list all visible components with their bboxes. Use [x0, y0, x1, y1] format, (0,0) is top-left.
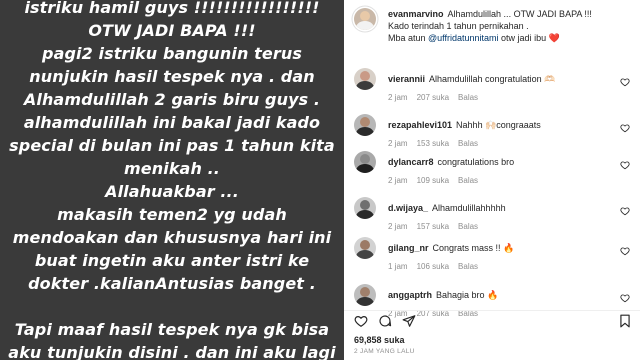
avatar[interactable]: [354, 114, 376, 136]
heart-icon[interactable]: [620, 206, 630, 216]
story-line: OTW JADI BAPA !!!: [88, 21, 256, 40]
comment-likes[interactable]: 153 suka: [417, 139, 449, 148]
avatar[interactable]: [354, 284, 376, 306]
comment-time: 1 jam: [388, 262, 408, 271]
comment-likes[interactable]: 157 suka: [417, 222, 449, 231]
comment-text: gilang_nr Congrats mass !! 🔥: [388, 242, 610, 254]
avatar[interactable]: [354, 237, 376, 259]
story-line: istriku hamil guys !!!!!!!!!!!!!!!!!: [24, 0, 320, 17]
story-line: makasih temen2 yg udah: [57, 205, 287, 224]
story-line: nunjukin hasil tespek nya . dan: [29, 67, 315, 86]
comment-item: vierannii Alhamdulillah congratulation 🫶🏻…: [354, 68, 634, 104]
comment-meta: 1 jam 106 suka Balas: [388, 262, 487, 271]
heart-icon[interactable]: [620, 123, 630, 133]
comment-username[interactable]: dylancarr8: [388, 157, 434, 167]
story-text: istriku hamil guys !!!!!!!!!!!!!!!!! OTW…: [0, 0, 344, 360]
likes-count[interactable]: 69,858 suka: [354, 335, 405, 345]
comment-time: 2 jam: [388, 93, 408, 102]
comment-body: Nahhh 🙌🏻congraaats: [456, 120, 541, 130]
story-line: aku tunjukin disini . dan ini aku lagi: [8, 343, 336, 360]
story-line: menikah ..: [124, 159, 220, 178]
comment-body: Alhamdulillah congratulation 🫶🏻: [429, 74, 556, 84]
comment-username[interactable]: gilang_nr: [388, 243, 429, 253]
caption-username[interactable]: evanmarvino: [388, 9, 444, 19]
comment-meta: 2 jam 207 suka Balas: [388, 93, 487, 102]
comment-meta: 2 jam 153 suka Balas: [388, 139, 487, 148]
comment-item: gilang_nr Congrats mass !! 🔥 1 jam 106 suk…: [354, 237, 634, 273]
story-line: Alhamdulillah 2 garis biru guys .: [23, 90, 321, 109]
avatar[interactable]: [354, 68, 376, 90]
story-line: dokter .kalianAntusias banget .: [28, 274, 316, 293]
comments-panel: evanmarvino Alhamdulillah ... OTW JADI BA…: [344, 0, 640, 360]
comment-icon[interactable]: [378, 314, 392, 328]
caption-mention[interactable]: @uffridatunnitami: [428, 33, 499, 43]
caption-text: evanmarvino Alhamdulillah ... OTW JADI BA…: [388, 8, 624, 44]
heart-icon[interactable]: [620, 160, 630, 170]
caption-line-1: Alhamdulillah ... OTW JADI BAPA !!!: [447, 9, 592, 19]
comment-body: congratulations bro: [437, 157, 515, 167]
comment-meta: 2 jam 157 suka Balas: [388, 222, 487, 231]
story-line: buat ingetin aku anter istri ke: [34, 251, 310, 270]
comment-item: rezapahlevi101 Nahhh 🙌🏻congraaats 2 jam 15…: [354, 114, 634, 150]
comment-text: vierannii Alhamdulillah congratulation 🫶🏻: [388, 73, 610, 85]
comment-likes[interactable]: 109 suka: [417, 176, 449, 185]
share-icon[interactable]: [402, 314, 416, 328]
heart-icon[interactable]: [620, 77, 630, 87]
comment-item: d.wijaya_ Alhamdulillahhhhh 2 jam 157 suka…: [354, 197, 634, 233]
comment-text: anggaptrh Bahagia bro 🔥: [388, 289, 610, 301]
story-line: alhamdulillah ini bakal jadi kado: [23, 113, 321, 132]
comment-username[interactable]: vierannii: [388, 74, 425, 84]
comment-text: dylancarr8 congratulations bro: [388, 156, 610, 168]
story-blank-line: [0, 295, 344, 318]
reply-button[interactable]: Balas: [458, 139, 478, 148]
comment-likes[interactable]: 106 suka: [417, 262, 449, 271]
caption-line-3-suffix: otw jadi ibu ❤️: [498, 33, 560, 43]
story-image: istriku hamil guys !!!!!!!!!!!!!!!!! OTW…: [0, 0, 344, 360]
story-line: mendoakan dan khususnya hari ini: [12, 228, 332, 247]
comment-item: dylancarr8 congratulations bro 2 jam 109 s…: [354, 151, 634, 187]
heart-icon[interactable]: [354, 314, 368, 328]
divider: [344, 310, 640, 311]
heart-icon[interactable]: [620, 246, 630, 256]
action-bar: [354, 314, 632, 330]
post-caption: evanmarvino Alhamdulillah ... OTW JADI BA…: [354, 8, 634, 48]
reply-button[interactable]: Balas: [458, 262, 478, 271]
comment-username[interactable]: rezapahlevi101: [388, 120, 452, 130]
reply-button[interactable]: Balas: [458, 176, 478, 185]
avatar[interactable]: [354, 197, 376, 219]
story-line: special di bulan ini pas 1 tahun kita: [9, 136, 335, 155]
comment-username[interactable]: d.wijaya_: [388, 203, 428, 213]
story-line: Tapi maaf hasil tespek nya gk bisa: [14, 320, 330, 339]
comment-time: 2 jam: [388, 139, 408, 148]
caption-line-2: Kado terindah 1 tahun pernikahan .: [388, 21, 529, 31]
reply-button[interactable]: Balas: [458, 222, 478, 231]
comment-text: rezapahlevi101 Nahhh 🙌🏻congraaats: [388, 119, 610, 131]
reply-button[interactable]: Balas: [458, 93, 478, 102]
comment-text: d.wijaya_ Alhamdulillahhhhh: [388, 202, 610, 214]
avatar[interactable]: [354, 8, 376, 30]
comment-meta: 2 jam 109 suka Balas: [388, 176, 487, 185]
comment-body: Alhamdulillahhhhh: [432, 203, 506, 213]
heart-icon[interactable]: [620, 293, 630, 303]
bookmark-icon[interactable]: [618, 314, 632, 328]
avatar[interactable]: [354, 151, 376, 173]
caption-line-3-prefix: Mba atun: [388, 33, 429, 43]
comment-body: Bahagia bro 🔥: [436, 290, 499, 300]
comment-time: 2 jam: [388, 176, 408, 185]
story-line: pagi2 istriku bangunin terus: [42, 44, 302, 63]
comment-username[interactable]: anggaptrh: [388, 290, 432, 300]
post-time: 2 JAM YANG LALU: [354, 348, 415, 355]
comment-likes[interactable]: 207 suka: [417, 93, 449, 102]
story-line: Allahuakbar ...: [105, 182, 239, 201]
comment-time: 2 jam: [388, 222, 408, 231]
comment-body: Congrats mass !! 🔥: [432, 243, 515, 253]
